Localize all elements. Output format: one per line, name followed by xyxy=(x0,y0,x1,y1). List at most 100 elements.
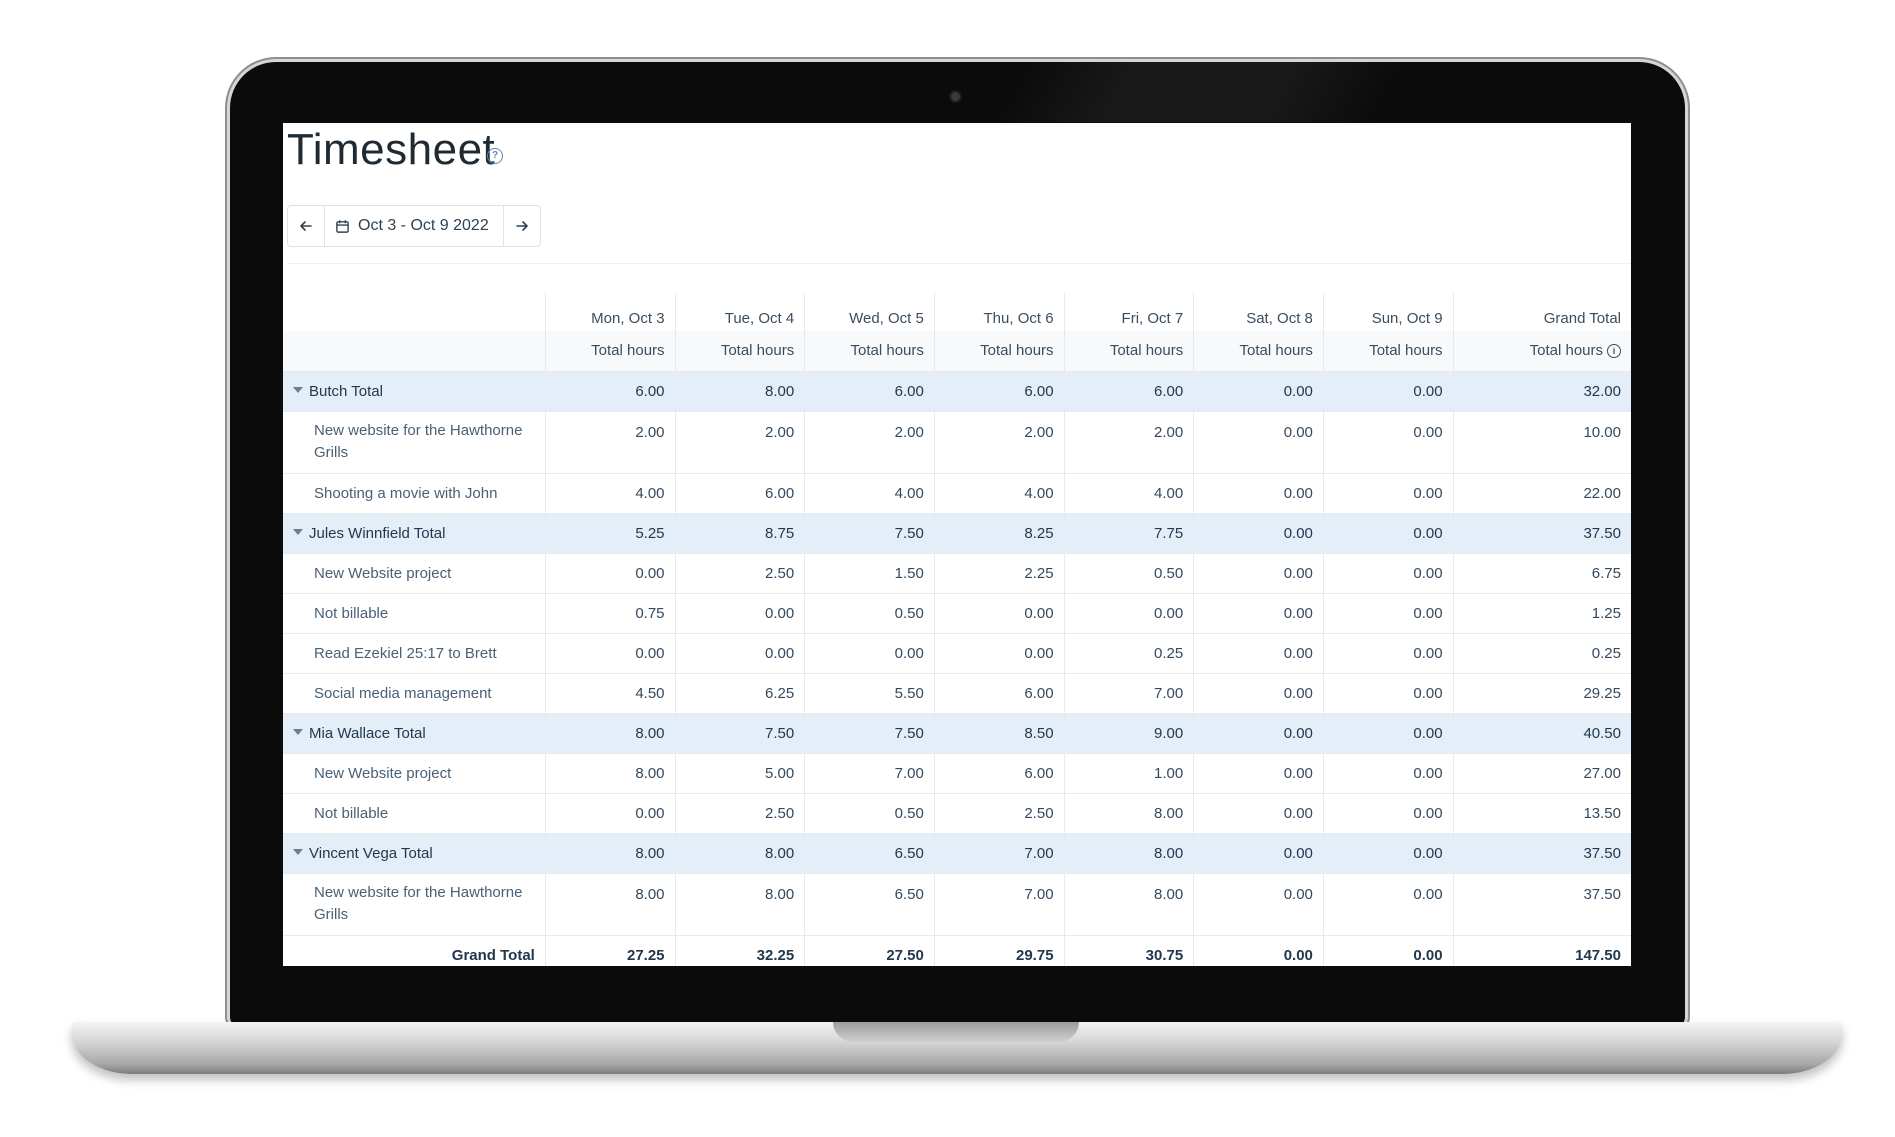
header-corner xyxy=(283,293,545,331)
grand-total-value-cell: 0.00 xyxy=(1193,935,1324,966)
group-value-cell: 0.00 xyxy=(1322,833,1454,874)
previous-week-button[interactable] xyxy=(288,206,324,246)
group-value-cell: 7.00 xyxy=(933,833,1065,874)
project-value-cell: 2.00 xyxy=(933,411,1065,474)
header-total-hours-label: Total hours xyxy=(1109,342,1184,360)
group-total-row[interactable]: Butch Total 6.00 8.00 6.00 6.00 6.00 0.00 0.00 3… xyxy=(283,371,1631,412)
project-value-cell: 0.00 xyxy=(1322,793,1454,834)
header-day: Tue, Oct 4 xyxy=(674,293,805,331)
header-day: Sat, Oct 8 xyxy=(1193,293,1324,331)
project-value-cell: 0.25 xyxy=(1452,633,1631,674)
project-value-cell: 2.00 xyxy=(1063,411,1194,474)
project-value-cell: 1.50 xyxy=(804,553,935,594)
header-total-hours: Total hours xyxy=(804,331,935,372)
project-value-cell: 0.00 xyxy=(674,593,805,634)
project-value-cell: 8.00 xyxy=(1063,873,1194,936)
project-label: New website for the Hawthorne Grills xyxy=(283,873,546,936)
header-corner-sub xyxy=(283,331,546,372)
header-total-hours: Total hours xyxy=(544,331,676,372)
group-value-cell: 0.00 xyxy=(1193,371,1324,412)
header-grand-total: Grand Total xyxy=(1452,293,1631,331)
header-day: Fri, Oct 7 xyxy=(1063,293,1194,331)
project-value-cell: 8.00 xyxy=(674,873,805,936)
project-value-cell: 6.00 xyxy=(933,753,1065,794)
group-label-cell[interactable]: Vincent Vega Total xyxy=(283,833,546,874)
project-value-cell: 0.00 xyxy=(1193,673,1324,714)
project-value-cell: 8.00 xyxy=(1063,793,1194,834)
arrow-left-icon xyxy=(300,221,312,231)
project-label: New Website project xyxy=(283,553,546,594)
grand-total-value-cell: 32.25 xyxy=(674,935,805,966)
project-value-cell: 0.00 xyxy=(1322,633,1454,674)
project-row: Read Ezekiel 25:17 to Brett 0.00 0.00 0.00 0… xyxy=(283,633,1631,674)
header-row-metric: Total hours Total hours Total hours Total h… xyxy=(283,331,1631,372)
project-value-cell: 0.00 xyxy=(1322,873,1454,936)
header-day: Wed, Oct 5 xyxy=(804,293,935,331)
project-value-cell: 0.75 xyxy=(544,593,676,634)
project-value-cell: 0.00 xyxy=(674,633,805,674)
caret-down-icon[interactable] xyxy=(293,386,303,393)
caret-down-icon[interactable] xyxy=(293,848,303,855)
project-value-cell: 4.00 xyxy=(544,473,676,514)
group-value-cell: 37.50 xyxy=(1452,833,1631,874)
project-value-cell: 2.50 xyxy=(674,793,805,834)
info-icon[interactable]: i xyxy=(1607,344,1621,359)
group-value-cell: 40.50 xyxy=(1452,713,1631,754)
header-day: Sun, Oct 9 xyxy=(1322,293,1454,331)
header-row-days: Mon, Oct 3 Tue, Oct 4 Wed, Oct 5 Thu, Oct 6… xyxy=(283,293,1631,331)
project-value-cell: 6.75 xyxy=(1452,553,1631,594)
grand-total-value-cell: 29.75 xyxy=(933,935,1065,966)
project-value-cell: 0.00 xyxy=(1322,473,1454,514)
project-row: New Website project 0.00 2.50 1.50 2.25 0.50 0… xyxy=(283,553,1631,594)
grand-total-value-cell: 27.50 xyxy=(804,935,935,966)
header-total-hours-label: Total hours xyxy=(850,342,924,360)
header-day: Thu, Oct 6 xyxy=(933,293,1065,331)
date-range-picker[interactable]: Oct 3 - Oct 9 2022 xyxy=(324,206,503,246)
project-value-cell: 2.50 xyxy=(674,553,805,594)
group-value-cell: 7.50 xyxy=(674,713,805,754)
group-total-row[interactable]: Vincent Vega Total 8.00 8.00 6.50 7.00 8.00 0.… xyxy=(283,833,1631,874)
project-label: Not billable xyxy=(283,793,546,834)
header-total-hours-label: Total hours xyxy=(980,342,1054,360)
group-value-cell: 8.00 xyxy=(544,833,676,874)
timesheet-table: Mon, Oct 3 Tue, Oct 4 Wed, Oct 5 Thu, Oct 6… xyxy=(283,293,1631,966)
grand-total-value-cell: 30.75 xyxy=(1063,935,1194,966)
project-value-cell: 0.00 xyxy=(1193,873,1324,936)
caret-down-icon[interactable] xyxy=(293,728,303,735)
project-value-cell: 4.00 xyxy=(933,473,1065,514)
group-total-row[interactable]: Jules Winnfield Total 5.25 8.75 7.50 8.25 7.7… xyxy=(283,513,1631,554)
group-value-cell: 0.00 xyxy=(1322,513,1454,554)
group-value-cell: 0.00 xyxy=(1322,713,1454,754)
project-label: New website for the Hawthorne Grills xyxy=(283,411,546,474)
project-value-cell: 0.00 xyxy=(1193,793,1324,834)
group-label-cell[interactable]: Mia Wallace Total xyxy=(283,713,546,754)
header-total-hours-label: Total hours xyxy=(1369,342,1443,360)
question-circle-icon[interactable]: ? xyxy=(487,148,503,164)
group-value-cell: 0.00 xyxy=(1193,513,1324,554)
group-label-cell[interactable]: Jules Winnfield Total xyxy=(283,513,546,554)
project-value-cell: 0.00 xyxy=(1193,553,1324,594)
group-total-row[interactable]: Mia Wallace Total 8.00 7.50 7.50 8.50 9.00 0.0… xyxy=(283,713,1631,754)
next-week-button[interactable] xyxy=(503,206,540,246)
project-value-cell: 6.00 xyxy=(674,473,805,514)
project-value-cell: 2.50 xyxy=(933,793,1065,834)
project-row: Social media management 4.50 6.25 5.50 6.00 7… xyxy=(283,673,1631,714)
grand-total-value-cell: 147.50 xyxy=(1452,935,1631,966)
project-value-cell: 2.00 xyxy=(674,411,805,474)
group-label-cell[interactable]: Butch Total xyxy=(283,371,546,412)
project-value-cell: 0.25 xyxy=(1063,633,1194,674)
header-total-hours: Total hours xyxy=(1322,331,1454,372)
date-range-label: Oct 3 - Oct 9 2022 xyxy=(358,217,489,234)
grand-total-row: Grand Total 27.25 32.25 27.50 29.75 30.75 0.00… xyxy=(283,935,1631,966)
laptop-hinge xyxy=(833,1022,1079,1042)
project-value-cell: 0.00 xyxy=(1193,633,1324,674)
project-value-cell: 2.00 xyxy=(544,411,676,474)
group-value-cell: 5.25 xyxy=(544,513,676,554)
group-value-cell: 8.00 xyxy=(1063,833,1194,874)
caret-down-icon[interactable] xyxy=(293,528,303,535)
header-total-hours-label: Total hours xyxy=(1529,342,1603,360)
project-row: New website for the Hawthorne Grills 2.00… xyxy=(283,411,1631,474)
project-value-cell: 8.00 xyxy=(544,873,676,936)
page-title: Timesheet xyxy=(287,125,496,174)
project-value-cell: 37.50 xyxy=(1452,873,1631,936)
